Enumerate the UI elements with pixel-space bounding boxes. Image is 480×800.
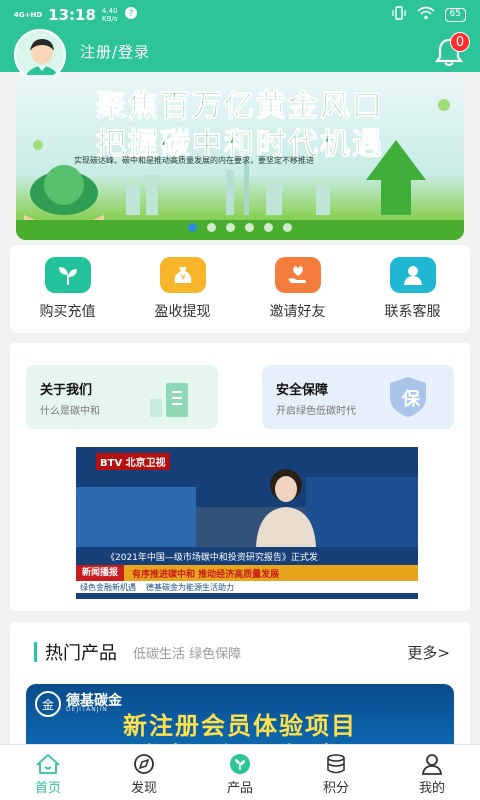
nav-label: 我的: [418, 781, 445, 796]
leaf-icon: [230, 754, 250, 774]
notification-badge: 0: [450, 32, 470, 52]
hot-products-section: 热门产品 低碳生活 绿色保障 更多> 金 德基碳金 DEJITANJIN 新注册…: [10, 622, 470, 762]
nav-label: 积分: [322, 781, 349, 796]
heart-hand-icon: [274, 257, 321, 293]
channel-logo: BTV 北京卫视: [96, 453, 170, 470]
app-header: 注册/登录 0: [0, 29, 480, 81]
coins-icon: [327, 754, 345, 774]
accent-bar: [34, 642, 37, 662]
nav-label: 发现: [130, 781, 157, 796]
more-link[interactable]: 更多>: [407, 642, 450, 663]
svg-text:¥: ¥: [180, 273, 185, 282]
section-header: 热门产品 低碳生活 绿色保障 更多>: [10, 622, 470, 682]
nav-me[interactable]: 我的: [384, 745, 480, 800]
nav-label: 产品: [226, 781, 253, 796]
subticker-right: 德基碳金为能源生活助力: [146, 582, 234, 592]
building-icon: [150, 383, 188, 417]
svg-text:?: ?: [128, 9, 133, 19]
network-indicator: 4G+HD: [14, 11, 43, 19]
pagination-dot[interactable]: [207, 223, 216, 232]
subticker-left: 绿色金融新机遇: [80, 582, 136, 592]
action-contact-support[interactable]: 联系客服: [363, 257, 463, 321]
about-us-card[interactable]: 关于我们 什么是碳中和: [26, 365, 218, 429]
promo-banner[interactable]: 聚焦百万亿黄金风口 把握碳中和时代机遇 实现碳达峰、碳中和是推动高质量发展的内在…: [16, 75, 464, 240]
banner-pagination: [16, 223, 464, 232]
notification-button[interactable]: 0: [432, 32, 470, 68]
network-speed: 4.40 KB/s: [101, 7, 118, 23]
banner-subtitle: 实现碳达峰、碳中和是推动高质量发展的内在要求，要坚定不移推进: [74, 156, 314, 165]
user-icon: [421, 754, 443, 775]
status-time: 13:18: [48, 6, 96, 24]
section-tags: 低碳生活 绿色保障: [133, 646, 242, 662]
pagination-dot[interactable]: [283, 223, 292, 232]
home-icon: [36, 753, 60, 774]
ticker-text: 有序推进碳中和 推动经济高质量发展: [132, 569, 280, 580]
pagination-dot[interactable]: [188, 223, 197, 232]
nav-products[interactable]: 产品: [192, 745, 288, 800]
person-icon: [389, 257, 436, 293]
action-purchase-recharge[interactable]: 购买充值: [18, 257, 118, 321]
bottom-navigation: 首页 发现 产品 积分 我的: [0, 744, 480, 800]
action-label: 联系客服: [384, 304, 441, 320]
money-bag-icon: ¥: [159, 257, 206, 293]
compass-icon: [134, 754, 154, 774]
security-card[interactable]: 安全保障 开启绿色低碳时代 保: [262, 365, 454, 429]
news-subticker: 绿色金融新机遇 德基碳金为能源生活助力: [76, 581, 418, 593]
quick-actions: 购买充值 ¥ 盈收提现 邀请好友 联系客服: [10, 245, 470, 333]
section-title: 热门产品: [45, 643, 117, 664]
wifi-icon: [417, 6, 435, 24]
info-section: 关于我们 什么是碳中和 安全保障 开启绿色低碳时代 保 BTV 北京卫视 《20…: [10, 343, 470, 611]
notification-status-icon: ?: [124, 6, 138, 24]
avatar[interactable]: [14, 29, 66, 81]
nav-points[interactable]: 积分: [288, 745, 384, 800]
action-invite-friends[interactable]: 邀请好友: [248, 257, 348, 321]
vibrate-icon: [391, 6, 407, 24]
pagination-dot[interactable]: [264, 223, 273, 232]
video-caption: 《2021年中国—级市场碳中和投资研究报告》正式发: [106, 553, 318, 563]
action-label: 邀请好友: [269, 304, 326, 320]
pagination-dot[interactable]: [226, 223, 235, 232]
pagination-dot[interactable]: [245, 223, 254, 232]
nav-discover[interactable]: 发现: [96, 745, 192, 800]
status-bar: 4G+HD 13:18 4.40 KB/s ? 65: [0, 0, 480, 30]
nav-home[interactable]: 首页: [0, 745, 96, 800]
battery-indicator: 65: [444, 8, 466, 22]
nav-label: 首页: [34, 781, 61, 796]
shield-seal-text: 保: [402, 389, 420, 410]
action-withdraw[interactable]: ¥ 盈收提现: [133, 257, 233, 321]
login-register-link[interactable]: 注册/登录: [80, 41, 150, 62]
action-label: 盈收提现: [154, 304, 211, 320]
news-video-player[interactable]: BTV 北京卫视 《2021年中国—级市场碳中和投资研究报告》正式发 新闻播报 …: [76, 447, 418, 599]
news-ticker: 新闻播报 有序推进碳中和 推动经济高质量发展: [76, 565, 418, 581]
ticker-tag: 新闻播报: [76, 565, 125, 581]
seedling-icon: [44, 257, 91, 293]
action-label: 购买充值: [39, 304, 96, 320]
